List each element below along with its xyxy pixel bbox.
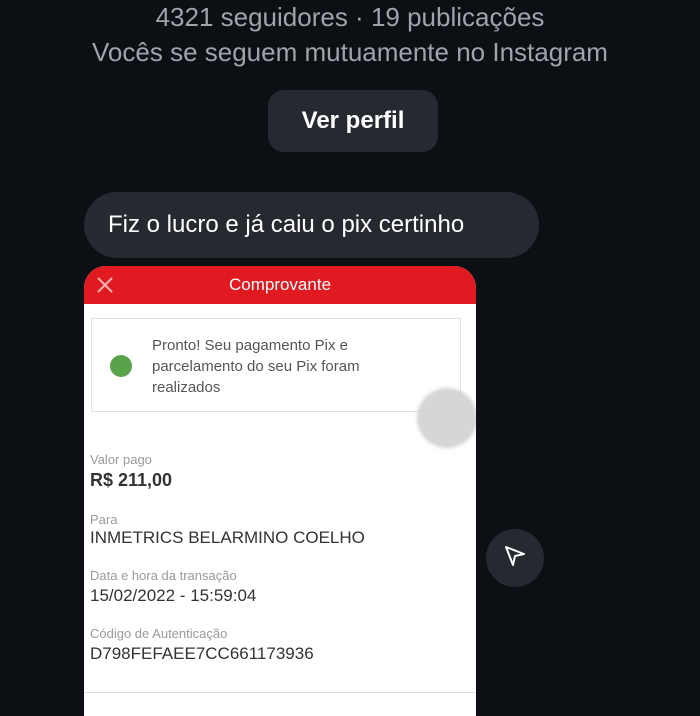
receipt-image[interactable]: Comprovante Pronto! Seu pagamento Pix e … [84, 266, 476, 716]
message-bubble[interactable]: Fiz o lucro e já caiu o pix certinho [84, 192, 539, 258]
notice-line-2: parcelamento do seu Pix foram [152, 358, 360, 375]
recipient-label: Para [90, 512, 118, 527]
auth-code-value: D798FEFAEE7CC661173936 [90, 644, 314, 663]
share-button[interactable] [486, 529, 544, 587]
notice-line-3: realizados [152, 379, 221, 396]
receipt-header: Comprovante [84, 266, 476, 304]
payment-notice: Pronto! Seu pagamento Pix e parcelamento… [91, 318, 476, 447]
send-icon [503, 544, 527, 573]
notice-line-1: Pronto! Seu pagamento Pix e [152, 337, 348, 354]
view-profile-button[interactable]: Ver perfil [268, 90, 438, 152]
mutual-follow-text: Vocês se seguem mutuamente no Instagram [92, 37, 608, 67]
divider [84, 692, 476, 693]
message-text: Fiz o lucro e já caiu o pix certinho [108, 211, 465, 238]
datetime-value: 15/02/2022 - 15:59:04 [90, 586, 257, 605]
close-icon [90, 266, 120, 304]
auth-code-label: Código de Autenticação [90, 626, 228, 641]
receipt-title: Comprovante [228, 275, 332, 294]
blurred-avatar [418, 389, 476, 447]
datetime-label: Data e hora da transação [90, 568, 237, 583]
check-icon [110, 355, 132, 377]
amount-label: Valor pago [90, 452, 152, 467]
amount-value: R$ 211,00 [90, 470, 173, 490]
recipient-value: INMETRICS BELARMINO COELHO [90, 528, 365, 547]
notice-text: Pronto! Seu pagamento Pix e parcelamento… [152, 335, 412, 398]
profile-stats: 4321 seguidores · 19 publicações [155, 2, 545, 32]
